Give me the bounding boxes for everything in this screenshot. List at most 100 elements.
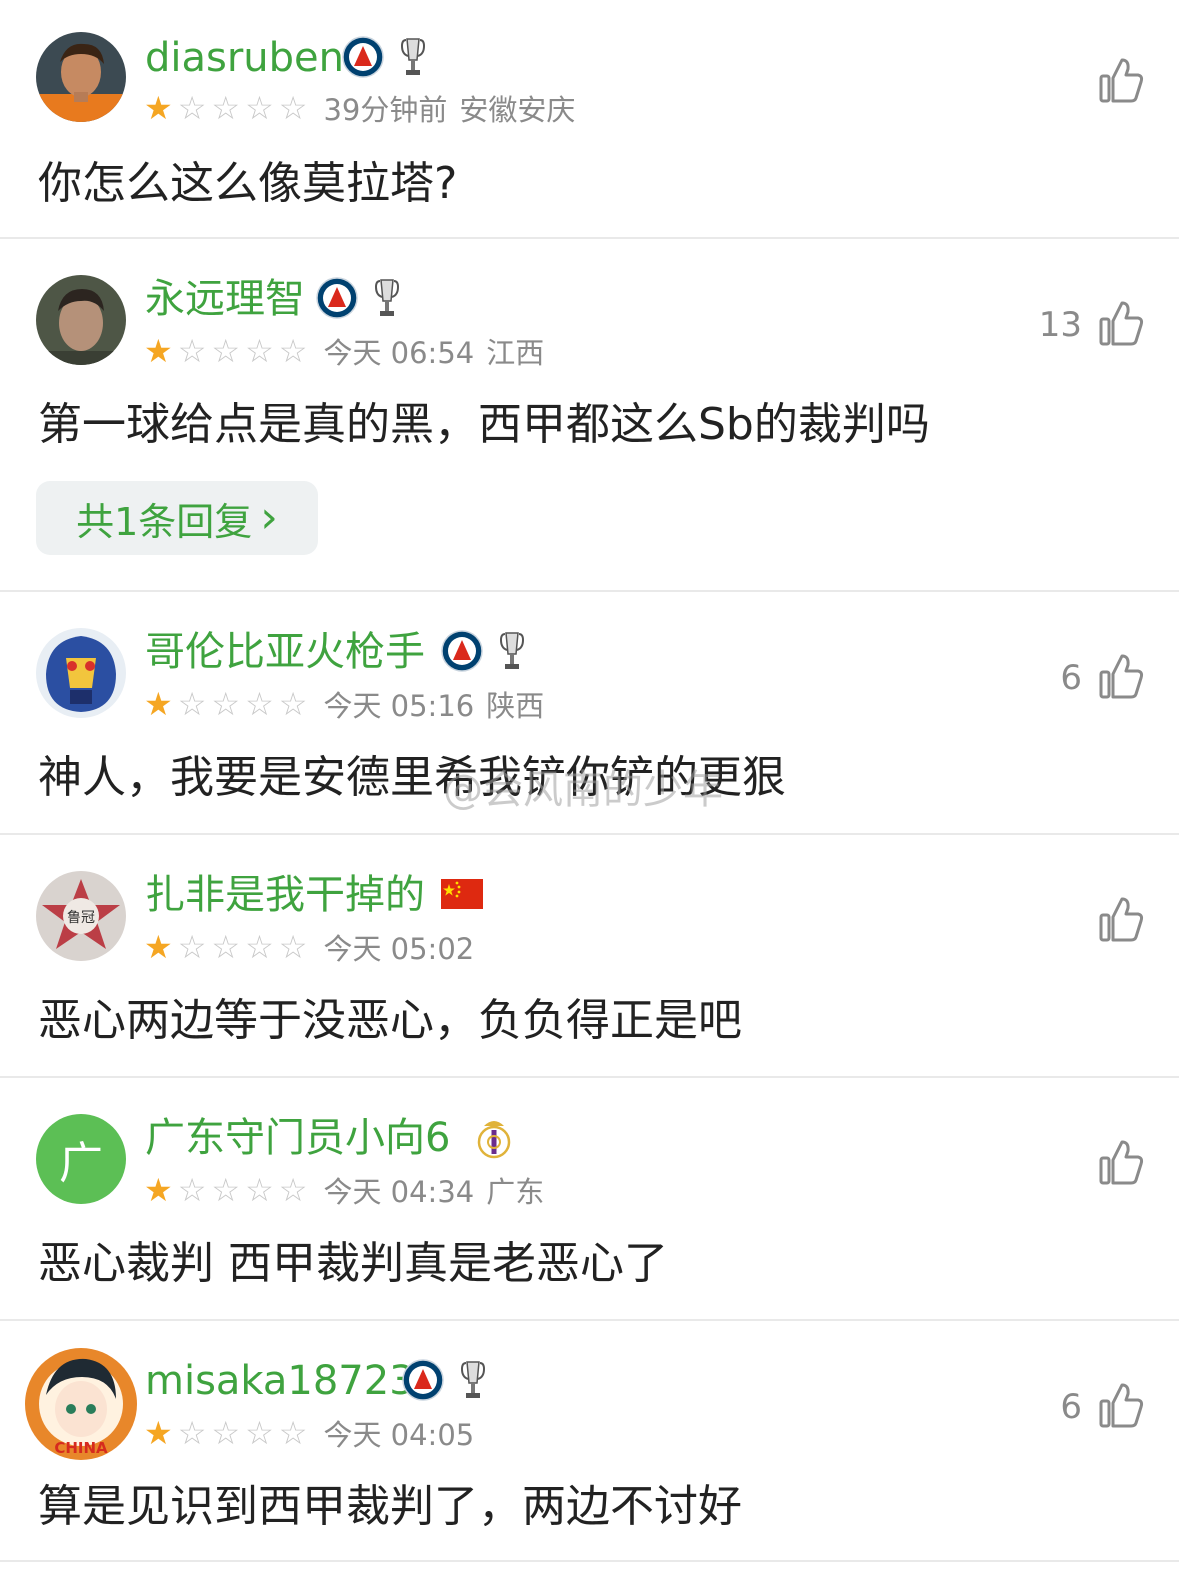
like-button[interactable]: 6 bbox=[1060, 652, 1144, 704]
psg-badge-icon bbox=[441, 630, 483, 676]
chevron-right-icon: › bbox=[260, 492, 278, 543]
trophy-icon bbox=[497, 630, 527, 676]
psg-badge-icon bbox=[342, 36, 384, 82]
user-avatar[interactable] bbox=[36, 275, 126, 365]
comment-item: 哥伦比亚火枪手 ★ ☆ ☆ ☆ ☆ 今天 05:16 陕西 6 神人，我要是安德里希我铲… bbox=[0, 592, 1179, 833]
star-empty-icon: ☆ bbox=[177, 928, 207, 966]
star-empty-icon: ☆ bbox=[245, 685, 274, 723]
user-badges bbox=[476, 1116, 512, 1164]
avatar-label: CHINA bbox=[54, 1439, 108, 1457]
trophy-icon bbox=[372, 277, 402, 323]
star-rating: ★ ☆ ☆ ☆ ☆ bbox=[144, 1417, 307, 1449]
user-badges bbox=[402, 1359, 488, 1405]
divider bbox=[0, 1560, 1179, 1562]
thumbs-up-icon bbox=[1098, 1381, 1144, 1433]
comment-time: 今天 04:05 bbox=[323, 1418, 475, 1452]
comment-time: 今天 04:34 bbox=[323, 1175, 475, 1209]
star-rating: ★ ☆ ☆ ☆ ☆ bbox=[144, 1174, 307, 1206]
comment-meta: ★ ☆ ☆ ☆ ☆ 今天 06:54 江西 bbox=[144, 333, 545, 370]
like-button[interactable] bbox=[1098, 1138, 1144, 1190]
comment-text: 恶心裁判 西甲裁判真是老恶心了 bbox=[38, 1238, 668, 1289]
star-empty-icon: ☆ bbox=[245, 89, 274, 127]
username[interactable]: 扎非是我干掉的 bbox=[145, 871, 425, 919]
comment-location: 江西 bbox=[486, 336, 545, 370]
like-button[interactable]: 13 bbox=[1039, 299, 1144, 351]
thumbs-up-icon bbox=[1098, 895, 1144, 947]
star-filled-icon: ★ bbox=[144, 685, 173, 723]
thumbs-up-icon bbox=[1098, 56, 1144, 108]
user-badges bbox=[441, 630, 527, 676]
comment-location: 陕西 bbox=[486, 689, 545, 723]
like-button[interactable] bbox=[1098, 895, 1144, 947]
username[interactable]: diasruben bbox=[145, 34, 344, 82]
user-badges bbox=[316, 277, 402, 323]
star-rating: ★ ☆ ☆ ☆ ☆ bbox=[144, 688, 307, 720]
star-empty-icon: ☆ bbox=[177, 1171, 207, 1209]
star-rating: ★ ☆ ☆ ☆ ☆ bbox=[144, 92, 307, 124]
user-avatar[interactable]: CHINA bbox=[24, 1347, 138, 1461]
user-avatar[interactable]: 广 bbox=[36, 1114, 126, 1204]
star-empty-icon: ☆ bbox=[245, 1171, 274, 1209]
avatar-label: 鲁冠 bbox=[67, 910, 95, 926]
comment-meta: ★ ☆ ☆ ☆ ☆ 今天 04:05 bbox=[144, 1415, 475, 1452]
star-filled-icon: ★ bbox=[144, 1414, 173, 1452]
star-empty-icon: ☆ bbox=[177, 1414, 207, 1452]
user-badges bbox=[342, 36, 428, 82]
user-avatar[interactable] bbox=[36, 32, 126, 122]
trophy-icon bbox=[398, 36, 428, 82]
avatar-initial: 广 bbox=[59, 1138, 103, 1189]
user-avatar[interactable] bbox=[36, 628, 126, 718]
like-count: 6 bbox=[1060, 1387, 1082, 1427]
comment-text: 神人，我要是安德里希我铲你铲的更狠 bbox=[38, 752, 786, 803]
psg-badge-icon bbox=[402, 1359, 444, 1405]
like-button[interactable]: 6 bbox=[1060, 1381, 1144, 1433]
comment-text: 第一球给点是真的黑，西甲都这么Sb的裁判吗 bbox=[38, 399, 930, 450]
username[interactable]: 永远理智 bbox=[145, 275, 305, 323]
comment-time: 今天 06:54 bbox=[323, 336, 475, 370]
star-empty-icon: ☆ bbox=[278, 1171, 308, 1209]
star-rating: ★ ☆ ☆ ☆ ☆ bbox=[144, 335, 307, 367]
star-empty-icon: ☆ bbox=[211, 332, 241, 370]
star-empty-icon: ☆ bbox=[211, 685, 241, 723]
star-filled-icon: ★ bbox=[144, 332, 173, 370]
star-empty-icon: ☆ bbox=[211, 1414, 241, 1452]
china-flag-icon bbox=[441, 879, 483, 913]
user-avatar[interactable]: 鲁冠 bbox=[36, 871, 126, 961]
real-madrid-badge-icon bbox=[476, 1116, 512, 1164]
star-empty-icon: ☆ bbox=[245, 332, 274, 370]
comment-item: CHINA misaka18723 ★ ☆ ☆ ☆ ☆ 今天 04:05 6 算是见识到… bbox=[0, 1321, 1179, 1570]
star-empty-icon: ☆ bbox=[211, 89, 241, 127]
star-filled-icon: ★ bbox=[144, 1171, 173, 1209]
like-count: 13 bbox=[1038, 305, 1082, 345]
comment-time: 39分钟前 bbox=[323, 93, 448, 127]
username[interactable]: misaka18723 bbox=[145, 1357, 415, 1405]
star-empty-icon: ☆ bbox=[211, 1171, 241, 1209]
star-empty-icon: ☆ bbox=[177, 89, 207, 127]
user-badges bbox=[441, 879, 483, 913]
comment-location: 广东 bbox=[486, 1175, 545, 1209]
comment-text: 算是见识到西甲裁判了，两边不讨好 bbox=[38, 1481, 742, 1532]
star-empty-icon: ☆ bbox=[177, 332, 207, 370]
username[interactable]: 哥伦比亚火枪手 bbox=[145, 628, 425, 676]
comment-text: 你怎么这么像莫拉塔? bbox=[38, 158, 458, 209]
comment-meta: ★ ☆ ☆ ☆ ☆ 39分钟前 安徽安庆 bbox=[144, 90, 575, 127]
like-count: 6 bbox=[1060, 658, 1082, 698]
star-empty-icon: ☆ bbox=[245, 1414, 274, 1452]
reply-count-label: 共1条回复 bbox=[76, 499, 253, 544]
star-empty-icon: ☆ bbox=[278, 685, 308, 723]
comment-meta: ★ ☆ ☆ ☆ ☆ 今天 05:02 bbox=[144, 929, 474, 966]
comment-meta: ★ ☆ ☆ ☆ ☆ 今天 04:34 广东 bbox=[144, 1172, 545, 1209]
star-empty-icon: ☆ bbox=[278, 928, 308, 966]
comment-text: 恶心两边等于没恶心，负负得正是吧 bbox=[38, 995, 742, 1046]
thumbs-up-icon bbox=[1098, 299, 1144, 351]
star-empty-icon: ☆ bbox=[278, 89, 308, 127]
like-button[interactable] bbox=[1082, 56, 1144, 108]
comment-item: diasruben ★ ☆ ☆ ☆ ☆ 39分钟前 安徽安庆 你怎么这么像莫拉塔? bbox=[0, 0, 1179, 238]
username[interactable]: 广东守门员小向6 bbox=[145, 1114, 450, 1162]
trophy-icon bbox=[458, 1359, 488, 1405]
star-filled-icon: ★ bbox=[144, 928, 173, 966]
view-replies-button[interactable]: 共1条回复 › bbox=[36, 481, 318, 555]
star-rating: ★ ☆ ☆ ☆ ☆ bbox=[144, 931, 307, 963]
star-empty-icon: ☆ bbox=[211, 928, 241, 966]
star-empty-icon: ☆ bbox=[177, 685, 207, 723]
